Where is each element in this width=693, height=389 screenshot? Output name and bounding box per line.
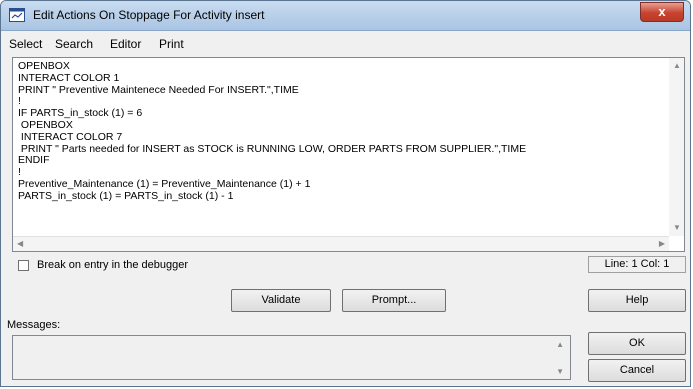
close-button[interactable]: x [640,2,684,22]
vertical-scrollbar[interactable]: ▲ ▼ [669,58,684,236]
code-editor[interactable]: OPENBOX INTERACT COLOR 1 PRINT " Preventiv… [12,57,685,252]
code-line[interactable]: INTERACT COLOR 7 [18,131,666,144]
code-text[interactable]: OPENBOX INTERACT COLOR 1 PRINT " Preventiv… [18,61,666,236]
ok-button[interactable]: OK [588,332,686,355]
close-icon: x [658,4,666,19]
menu-print[interactable]: Print [159,37,184,51]
window-app-icon [9,8,25,22]
code-line[interactable]: PARTS_in_stock (1) = PARTS_in_stock (1) … [18,190,666,203]
validate-button[interactable]: Validate [231,289,331,312]
menu-select[interactable]: Select [9,37,42,51]
debugger-checkbox[interactable] [18,260,29,271]
help-button[interactable]: Help [588,289,686,312]
window-title: Edit Actions On Stoppage For Activity in… [33,8,265,22]
menu-search[interactable]: Search [55,37,93,51]
horizontal-scrollbar[interactable]: ◀ ▶ [13,236,669,251]
code-line[interactable]: PRINT " Parts needed for INSERT as STOCK… [18,143,666,156]
prompt-button[interactable]: Prompt... [342,289,446,312]
scroll-up-arrow-icon[interactable]: ▲ [673,61,681,70]
dialog-window: Edit Actions On Stoppage For Activity in… [0,0,691,387]
messages-scroll-up-icon[interactable]: ▲ [556,340,564,349]
cursor-position-status: Line: 1 Col: 1 [588,256,686,273]
code-line[interactable]: PRINT " Preventive Maintenece Needed For… [18,84,666,97]
code-line[interactable]: IF PARTS_in_stock (1) = 6 [18,107,666,120]
scroll-left-arrow-icon[interactable]: ◀ [17,239,23,248]
messages-box[interactable]: ▲ ▼ [12,335,571,380]
messages-label: Messages: [7,319,61,331]
title-bar[interactable]: Edit Actions On Stoppage For Activity in… [1,1,690,31]
cancel-button[interactable]: Cancel [588,359,686,382]
messages-scroll-down-icon[interactable]: ▼ [556,367,564,376]
code-line[interactable]: ENDIF [18,155,666,167]
scroll-down-arrow-icon[interactable]: ▼ [673,223,681,232]
code-line[interactable]: Preventive_Maintenance (1) = Preventive_… [18,178,666,191]
menu-bar: Select Search Editor Print [5,34,688,54]
debugger-checkbox-label[interactable]: Break on entry in the debugger [37,259,188,271]
menu-editor[interactable]: Editor [110,37,141,51]
code-line[interactable]: INTERACT COLOR 1 [18,72,666,85]
code-line[interactable]: OPENBOX [18,119,666,132]
scroll-right-arrow-icon[interactable]: ▶ [659,239,665,248]
